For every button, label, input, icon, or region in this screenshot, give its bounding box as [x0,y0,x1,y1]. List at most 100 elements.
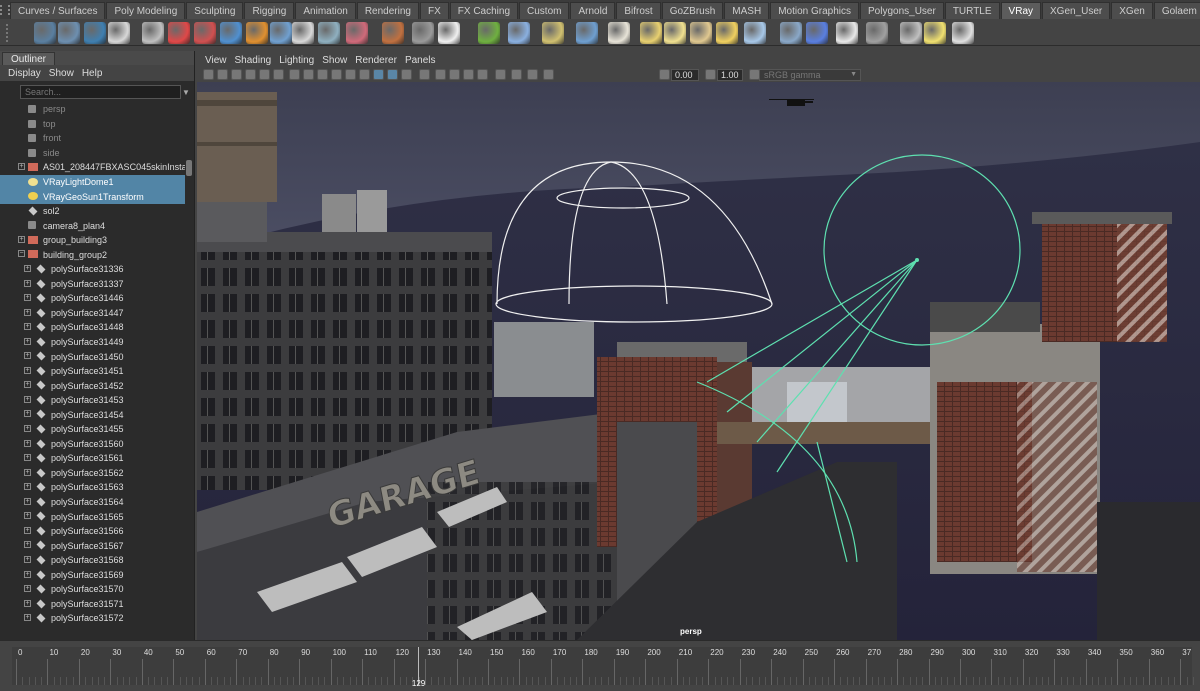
exposure-field[interactable]: 0.00 [671,69,699,81]
default-material-icon[interactable] [387,69,398,80]
camera-select-icon[interactable] [203,69,214,80]
shelf-options-grip[interactable] [0,0,10,19]
expand-icon[interactable]: + [18,235,25,243]
expand-icon[interactable]: + [24,410,31,418]
expand-icon[interactable]: + [24,526,31,534]
expand-icon[interactable]: + [24,555,31,563]
vray-mesh-light-icon[interactable] [780,22,802,44]
outliner-item[interactable]: + polySurface31452 [0,378,185,393]
outliner-item[interactable]: + polySurface31569 [0,568,185,583]
vray-toggle-icon[interactable] [806,22,828,44]
expand-icon[interactable]: + [24,570,31,578]
gamma-icon[interactable] [705,69,716,80]
vray-settings-icon[interactable] [900,22,922,44]
expand-icon[interactable]: + [24,395,31,403]
vray-fire-icon[interactable] [246,22,268,44]
vray-grass-icon[interactable] [478,22,500,44]
vray-sphere-icon[interactable] [576,22,598,44]
camera-attributes-icon[interactable] [217,69,228,80]
shelf-tab-rendering[interactable]: Rendering [356,2,419,19]
outliner-item[interactable]: top [0,117,185,132]
shelf-tab-xgen[interactable]: XGen [1111,2,1153,19]
image-plane-icon[interactable] [245,69,256,80]
expand-icon[interactable]: + [24,483,31,491]
vray-proxy-icon[interactable] [84,22,106,44]
vray-logo-icon[interactable] [108,22,130,44]
vray-sun-icon[interactable] [716,22,738,44]
shelf-tab-arnold[interactable]: Arnold [570,2,616,19]
expand-icon[interactable]: + [24,541,31,549]
expand-icon[interactable]: + [24,454,31,462]
expand-icon[interactable]: + [24,599,31,607]
shelf-tab-golaem[interactable]: Golaem [1153,2,1200,19]
xray-icon[interactable] [511,69,522,80]
vray-ipr-icon[interactable] [168,22,190,44]
outliner-item[interactable]: + AS01_208447FBXASC045skinInstance [0,160,185,175]
grid-icon[interactable] [259,69,270,80]
bookmark-icon[interactable] [231,69,242,80]
viewport-menu-show[interactable]: Show [318,55,351,66]
color-management-icon[interactable] [749,69,760,80]
shelf-tab-animation[interactable]: Animation [295,2,356,19]
shelf-tab-vray[interactable]: VRay [1000,2,1041,19]
time-slider[interactable]: 0 10 20 30 40 50 60 70 80 90 100 110 120 130 140 150 160… [0,640,1200,691]
vray-sparkle-icon[interactable] [508,22,530,44]
search-dropdown-icon[interactable]: ▼ [181,88,191,97]
expand-icon[interactable]: + [24,352,31,360]
outliner-item[interactable]: + polySurface31563 [0,480,185,495]
outliner-item[interactable]: sol2 [0,204,185,219]
time-slider-track[interactable]: 0 10 20 30 40 50 60 70 80 90 100 110 120 130 140 150 160… [12,647,1194,685]
outliner-item[interactable]: + polySurface31572 [0,611,185,626]
vray-tools-icon[interactable] [34,22,56,44]
outliner-item[interactable]: + polySurface31561 [0,451,185,466]
collapse-icon[interactable]: − [18,250,25,258]
vray-clipper-icon[interactable] [412,22,434,44]
vray-render-icon[interactable] [142,22,164,44]
viewport-menu-shading[interactable]: Shading [231,55,276,66]
shelf-tab-bifrost[interactable]: Bifrost [616,2,661,19]
scrollbar-thumb[interactable] [186,160,192,176]
film-gate-icon[interactable] [273,69,284,80]
vray-physical-camera-icon[interactable] [866,22,888,44]
outliner-search-input[interactable] [20,85,181,99]
viewport-menu-panels[interactable]: Panels [401,55,440,66]
vray-help-light-icon[interactable] [924,22,946,44]
vray-omni-light-icon[interactable] [664,22,686,44]
outliner-menu-help[interactable]: Help [78,68,107,79]
outliner-item[interactable]: + polySurface31455 [0,422,185,437]
shelf-tab-fx-caching[interactable]: FX Caching [449,2,519,19]
textured-icon[interactable] [401,69,412,80]
expand-icon[interactable]: + [24,381,31,389]
vray-sphere-light-icon[interactable] [292,22,314,44]
gate-mask-icon[interactable] [303,69,314,80]
exposure-icon[interactable] [659,69,670,80]
expand-icon[interactable]: + [24,585,31,593]
expand-icon[interactable]: + [24,308,31,316]
outliner-item[interactable]: camera8_plan4 [0,218,185,233]
expand-icon[interactable]: + [24,512,31,520]
outliner-item[interactable]: persp [0,102,185,117]
shadows-icon[interactable] [435,69,446,80]
outliner-item[interactable]: + polySurface31449 [0,335,185,350]
shelf-grip[interactable] [6,24,26,42]
shelf-tab-mash[interactable]: MASH [724,2,770,19]
vray-help-icon[interactable] [952,22,974,44]
outliner-item[interactable]: + polySurface31568 [0,553,185,568]
shelf-tab-fx[interactable]: FX [419,2,449,19]
outliner-menu-display[interactable]: Display [4,68,45,79]
outliner-menu-show[interactable]: Show [45,68,78,79]
outliner-vertical-scrollbar[interactable] [185,102,193,676]
vray-scatter-icon[interactable] [382,22,404,44]
outliner-item[interactable]: + polySurface31453 [0,393,185,408]
expand-icon[interactable]: + [24,265,31,273]
outliner-item[interactable]: VRayLightDome1 [0,174,185,190]
outliner-item[interactable]: − building_group2 [0,247,185,262]
motion-blur-icon[interactable] [463,69,474,80]
outliner-item[interactable]: + polySurface31448 [0,320,185,335]
wireframe-icon[interactable] [359,69,370,80]
outliner-item[interactable]: + polySurface31560 [0,437,185,452]
smooth-shade-icon[interactable] [373,69,384,80]
expand-icon[interactable]: + [24,366,31,374]
vray-multi-icon[interactable] [58,22,80,44]
outliner-item[interactable]: front [0,131,185,146]
